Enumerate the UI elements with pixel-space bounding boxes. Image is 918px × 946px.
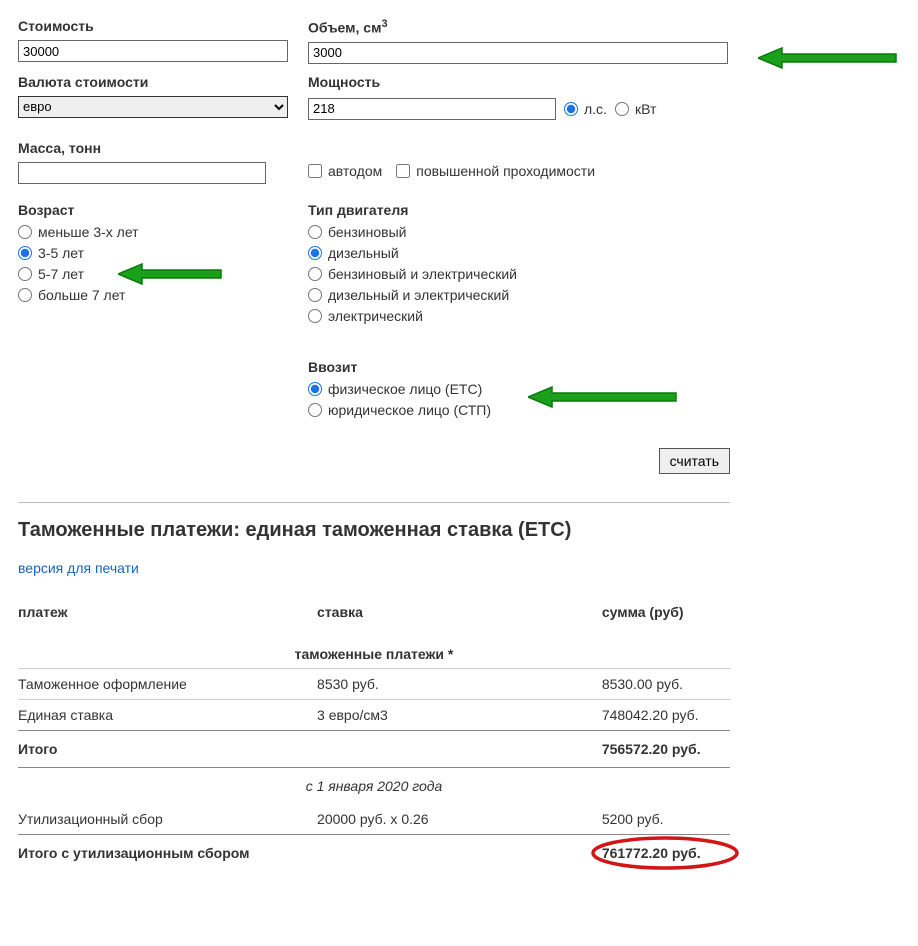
age-option-radio-1[interactable] — [18, 246, 32, 260]
print-link[interactable]: версия для печати — [18, 560, 139, 576]
engine-option-radio-3[interactable] — [308, 288, 322, 302]
engine-option-label-4: электрический — [328, 308, 423, 324]
grand-total-sum: 761772.20 руб. — [602, 845, 701, 861]
grand-total-row: Итого с утилизационным сбором 761772.20 … — [18, 834, 730, 871]
engine-option-radio-1[interactable] — [308, 246, 322, 260]
age-option-radio-3[interactable] — [18, 288, 32, 302]
arrow-left-icon — [758, 46, 898, 70]
mass-input[interactable] — [18, 162, 266, 184]
mass-label: Масса, тонн — [18, 140, 288, 156]
engine-option-label-2: бензиновый и электрический — [328, 266, 517, 282]
subtotal-row: Итого 756572.20 руб. — [18, 730, 730, 767]
engine-option-label-1: дизельный — [328, 245, 399, 261]
age-option-label-2: 5-7 лет — [38, 266, 84, 282]
results-title: Таможенные платежи: единая таможенная ст… — [18, 519, 900, 542]
engine-option-radio-0[interactable] — [308, 225, 322, 239]
engine-label: Тип двигателя — [308, 202, 728, 218]
age-option-radio-0[interactable] — [18, 225, 32, 239]
engine-option-radio-4[interactable] — [308, 309, 322, 323]
row-cost-volume: Стоимость Объем, см3 — [18, 18, 900, 64]
util-fee-row: Утилизационный сбор 20000 руб. x 0.26 52… — [18, 804, 730, 835]
row-currency-power: Валюта стоимости евро Мощность л.с. кВт — [18, 74, 900, 122]
arrow-left-icon — [118, 262, 223, 286]
header-sum: сумма (руб) — [602, 596, 730, 628]
engine-option-radio-2[interactable] — [308, 267, 322, 281]
age-label: Возраст — [18, 202, 288, 218]
age-option-label-3: больше 7 лет — [38, 287, 125, 303]
power-unit-hp-radio[interactable] — [564, 102, 578, 116]
importer-option-label-1: юридическое лицо (СТП) — [328, 402, 491, 418]
table-row: Таможенное оформление 8530 руб. 8530.00 … — [18, 668, 730, 699]
power-unit-kw-label: кВт — [635, 101, 656, 117]
arrow-left-icon — [528, 385, 678, 409]
table-row: Единая ставка 3 евро/см3 748042.20 руб. — [18, 699, 730, 730]
engine-option-label-0: бензиновый — [328, 224, 406, 240]
separator — [18, 502, 730, 503]
offroad-checkbox[interactable] — [396, 164, 410, 178]
row-importer: Ввозит физическое лицо (ЕТС) юридическое … — [18, 359, 900, 423]
header-payment: платеж — [18, 596, 317, 628]
power-input[interactable] — [308, 98, 556, 120]
section-customs-title: таможенные платежи * — [18, 628, 730, 669]
power-unit-kw-radio[interactable] — [615, 102, 629, 116]
power-label: Мощность — [308, 74, 728, 90]
importer-option-radio-1[interactable] — [308, 403, 322, 417]
from-date: с 1 января 2020 года — [18, 767, 730, 804]
power-unit-hp-label: л.с. — [584, 101, 607, 117]
results-table: платеж ставка сумма (руб) таможенные пла… — [18, 596, 730, 871]
cost-label: Стоимость — [18, 18, 288, 34]
calculate-button[interactable]: считать — [659, 448, 730, 474]
importer-option-label-0: физическое лицо (ЕТС) — [328, 381, 482, 397]
currency-select[interactable]: евро — [18, 96, 288, 118]
offroad-label: повышенной проходимости — [416, 163, 595, 179]
row-age-engine: Возраст меньше 3-х лет 3-5 лет 5-7 лет боль… — [18, 202, 900, 329]
volume-input[interactable] — [308, 42, 728, 64]
header-rate: ставка — [317, 596, 602, 628]
row-mass: Масса, тонн автодом повышенной проходимо… — [18, 140, 900, 184]
cost-input[interactable] — [18, 40, 288, 62]
motorhome-label: автодом — [328, 163, 382, 179]
volume-label: Объем, см3 — [308, 18, 728, 36]
motorhome-checkbox[interactable] — [308, 164, 322, 178]
engine-option-label-3: дизельный и электрический — [328, 287, 509, 303]
age-option-label-0: меньше 3-х лет — [38, 224, 139, 240]
currency-label: Валюта стоимости — [18, 74, 288, 90]
age-option-radio-2[interactable] — [18, 267, 32, 281]
age-option-label-1: 3-5 лет — [38, 245, 84, 261]
importer-option-radio-0[interactable] — [308, 382, 322, 396]
importer-label: Ввозит — [308, 359, 728, 375]
